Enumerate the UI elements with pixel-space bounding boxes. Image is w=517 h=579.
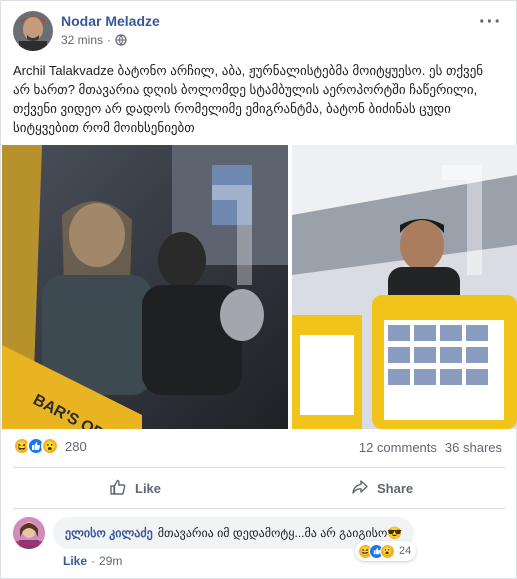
thumbs-up-icon [109, 478, 127, 499]
post-stats: 12 comments 36 shares [359, 440, 502, 455]
comment-actions: Like · 29m [63, 554, 122, 568]
commenter-avatar[interactable] [13, 517, 45, 549]
comment-text: მთავარია იმ დედამოტყ...მა არ გაიგისო😎 [157, 526, 403, 540]
comment-reaction-count: 24 [399, 545, 412, 557]
comment-separator: · [91, 554, 96, 568]
post-time[interactable]: 32 mins [61, 33, 103, 47]
share-label: Share [377, 481, 414, 496]
wow-icon: 😮 [41, 437, 59, 455]
divider [13, 508, 505, 509]
share-arrow-icon [351, 478, 369, 499]
photo-left[interactable]: BAR'S OPEN [2, 145, 288, 429]
comment-like-button[interactable]: Like [63, 554, 87, 568]
post-photos: BAR'S OPEN [2, 145, 517, 429]
meta-separator: · [107, 33, 112, 47]
divider [13, 467, 505, 468]
comments-count[interactable]: 12 comments [359, 440, 437, 455]
reaction-summary[interactable]: 😆 😮 280 [13, 437, 87, 455]
photo-right[interactable] [292, 145, 517, 429]
reaction-count: 280 [65, 438, 87, 454]
post-text: Archil Talakvadze ბატონო არჩილ, აბა, ჟურ… [13, 63, 484, 135]
share-button[interactable]: Share [351, 478, 413, 499]
shares-count[interactable]: 36 shares [445, 440, 502, 455]
author-avatar[interactable] [13, 11, 53, 51]
comment-time[interactable]: 29m [99, 554, 122, 568]
like-label: Like [135, 481, 162, 496]
wow-icon: 😮 [380, 543, 395, 559]
author-name[interactable]: Nodar Meladze [61, 13, 160, 29]
commenter-name[interactable]: ელისო კილაძე [65, 526, 153, 540]
comment-reactions[interactable]: 😆 😮 24 [355, 541, 417, 561]
post-card: Nodar Meladze 32 mins · ··· Archil Talak… [0, 0, 517, 579]
like-button[interactable]: Like [109, 478, 161, 499]
post-meta: 32 mins · [61, 33, 127, 47]
more-options-button[interactable]: ··· [479, 11, 502, 34]
globe-icon [115, 34, 127, 46]
